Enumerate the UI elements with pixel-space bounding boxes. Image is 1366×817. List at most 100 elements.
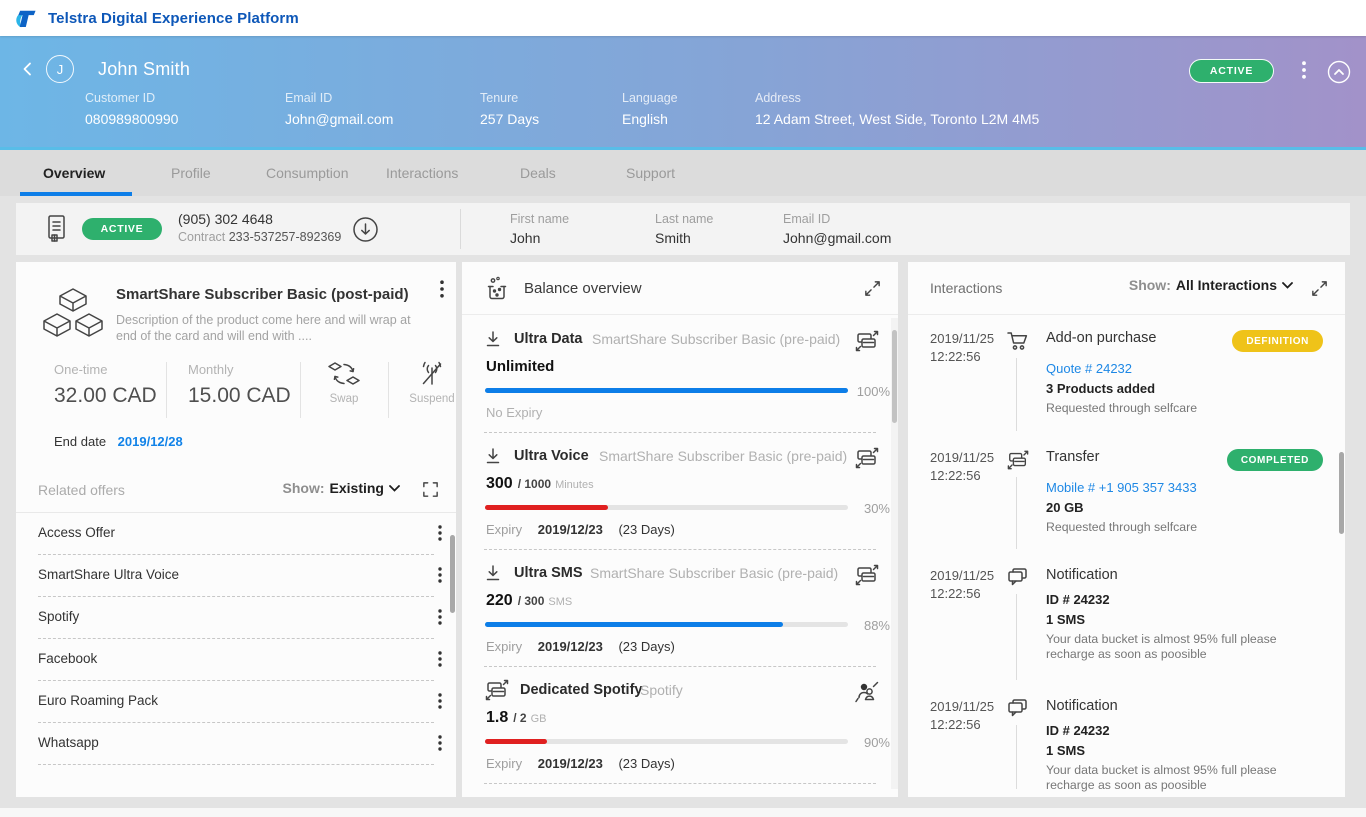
kebab-menu-icon[interactable] bbox=[438, 567, 442, 583]
expiry-date: 2019/12/23 bbox=[538, 639, 603, 654]
scrollbar[interactable] bbox=[450, 535, 455, 613]
interaction-entry[interactable]: 2019/11/2512:22:56 Notification ID # 242… bbox=[908, 553, 1345, 684]
progress-bar: 90% bbox=[462, 735, 898, 748]
tab-profile[interactable]: Profile bbox=[171, 165, 211, 181]
bucket-unit: Minutes bbox=[555, 479, 594, 491]
interaction-entry[interactable]: 2019/11/2512:22:56 Notification ID # 242… bbox=[908, 684, 1345, 793]
bucket-plan: SmartShare Subscriber Basic (pre-paid) bbox=[590, 565, 838, 581]
kebab-menu-icon[interactable] bbox=[438, 525, 442, 541]
interaction-title: Add-on purchase bbox=[1046, 330, 1156, 346]
download-icon bbox=[484, 447, 502, 465]
kebab-menu-icon[interactable] bbox=[438, 693, 442, 709]
mobile-link[interactable]: Mobile # +1 905 357 3433 bbox=[1046, 480, 1323, 495]
contract-summary-bar: ACTIVE (905) 302 4648 Contract 233-53725… bbox=[16, 203, 1350, 255]
price-value: 15.00 CAD bbox=[188, 384, 291, 408]
expand-icon[interactable] bbox=[1310, 279, 1329, 298]
expand-icon[interactable] bbox=[863, 279, 882, 298]
product-cubes-icon bbox=[42, 286, 104, 342]
swap-action-button[interactable]: Swap bbox=[312, 360, 376, 405]
interaction-note: Your data bucket is almost 95% full plea… bbox=[1046, 632, 1323, 662]
customer-header: J John Smith Customer ID 080989800990 Em… bbox=[0, 36, 1366, 150]
tab-support[interactable]: Support bbox=[626, 165, 675, 181]
transfer-icon[interactable] bbox=[854, 329, 880, 353]
interactions-show-dropdown[interactable]: Show: All Interactions bbox=[1129, 277, 1293, 293]
transfer-icon[interactable] bbox=[854, 446, 880, 470]
collapse-header-icon[interactable] bbox=[1327, 60, 1351, 84]
expiry-days: (23 Days) bbox=[618, 522, 674, 537]
tab-interactions[interactable]: Interactions bbox=[386, 165, 458, 181]
divider bbox=[388, 362, 389, 418]
interaction-entry[interactable]: 2019/11/2512:22:56 Transfer COMPLETED Mo… bbox=[908, 435, 1345, 553]
tab-overview[interactable]: Overview bbox=[43, 165, 105, 181]
offer-label: Spotify bbox=[38, 609, 79, 624]
bucket-used: 220 bbox=[486, 592, 513, 610]
active-tab-indicator bbox=[20, 192, 132, 196]
tab-consumption[interactable]: Consumption bbox=[266, 165, 349, 181]
kebab-menu-icon[interactable] bbox=[440, 280, 444, 298]
share-user-icon[interactable] bbox=[854, 680, 880, 705]
customer-field: Customer ID 080989800990 bbox=[85, 91, 178, 127]
notification-icon bbox=[1006, 567, 1029, 588]
customer-field: Tenure 257 Days bbox=[480, 91, 539, 127]
price-label: Monthly bbox=[188, 362, 291, 377]
kebab-menu-icon[interactable] bbox=[438, 735, 442, 751]
offer-row[interactable]: Facebook bbox=[16, 639, 456, 681]
related-offers-show-dropdown[interactable]: Show: Existing bbox=[283, 480, 400, 496]
bucket-name: Ultra Data bbox=[514, 331, 583, 347]
interaction-note: Requested through selfcare bbox=[1046, 520, 1323, 535]
bucket-name: Ultra SMS bbox=[514, 565, 583, 581]
expand-icon[interactable] bbox=[421, 480, 440, 499]
divider bbox=[460, 209, 461, 249]
bucket-total: / 2 bbox=[513, 711, 526, 725]
offer-label: Access Offer bbox=[38, 525, 115, 540]
offer-row[interactable]: Euro Roaming Pack bbox=[16, 681, 456, 723]
end-date-label: End date bbox=[54, 434, 106, 449]
bucket-plan: SmartShare Subscriber Basic (pre-paid) bbox=[599, 448, 847, 464]
contract-number: 233-537257-892369 bbox=[229, 230, 342, 244]
scrollbar[interactable] bbox=[892, 330, 897, 423]
offer-row[interactable]: Spotify bbox=[16, 597, 456, 639]
progress-bar: 100% bbox=[462, 384, 898, 397]
kebab-menu-icon[interactable] bbox=[438, 651, 442, 667]
tab-deals[interactable]: Deals bbox=[520, 165, 556, 181]
suspend-action-button[interactable]: Suspend bbox=[400, 360, 464, 405]
percent-label: 88% bbox=[864, 618, 890, 633]
field-value: 080989800990 bbox=[85, 111, 178, 127]
kebab-menu-icon[interactable] bbox=[438, 609, 442, 625]
field-value: John bbox=[510, 230, 569, 246]
interaction-detail: 3 Products added bbox=[1046, 381, 1323, 396]
customer-status-badge: ACTIVE bbox=[1189, 59, 1274, 83]
show-label: Show: bbox=[1129, 277, 1171, 293]
offer-row[interactable]: Access Offer bbox=[16, 513, 456, 555]
expand-contract-icon[interactable] bbox=[352, 216, 379, 243]
interaction-entry[interactable]: 2019/11/2512:22:56 Add-on purchase DEFIN… bbox=[908, 316, 1345, 435]
bottom-strip bbox=[0, 808, 1366, 817]
interaction-title: Notification bbox=[1046, 567, 1118, 583]
field-value: John@gmail.com bbox=[783, 230, 891, 246]
interaction-title: Transfer bbox=[1046, 449, 1099, 465]
offer-label: Euro Roaming Pack bbox=[38, 693, 158, 708]
customer-field: Language English bbox=[622, 91, 678, 127]
balance-overview-panel: Balance overview Ultra Data SmartShare S… bbox=[462, 262, 898, 797]
related-offers-header: Related offers Show: Existing bbox=[16, 468, 456, 512]
action-label: Swap bbox=[312, 393, 376, 405]
bucket-plan: SmartShare Subscriber Basic (pre-paid) bbox=[592, 331, 840, 347]
scrollbar[interactable] bbox=[1339, 452, 1344, 534]
quote-link[interactable]: Quote # 24232 bbox=[1046, 361, 1323, 376]
price-monthly: Monthly 15.00 CAD bbox=[188, 362, 291, 408]
transfer-icon[interactable] bbox=[854, 563, 880, 587]
end-date-value[interactable]: 2019/12/28 bbox=[118, 434, 183, 449]
contract-phone: (905) 302 4648 bbox=[178, 211, 273, 227]
offer-row[interactable]: Whatsapp bbox=[16, 723, 456, 765]
product-title: SmartShare Subscriber Basic (post-paid) bbox=[116, 286, 409, 303]
field-label: Customer ID bbox=[85, 91, 178, 105]
interaction-detail: 1 SMS bbox=[1046, 743, 1323, 758]
interaction-timestamp: 2019/11/2512:22:56 bbox=[908, 698, 1004, 793]
offer-row[interactable]: SmartShare Ultra Voice bbox=[16, 555, 456, 597]
contract-field: Last name Smith bbox=[655, 212, 713, 246]
transfer-icon bbox=[484, 678, 510, 702]
balance-item-dedicated-spotify: Dedicated Spotify Spotify 1.8 bbox=[462, 667, 898, 784]
back-icon[interactable] bbox=[20, 61, 36, 77]
bucket-amount: Unlimited bbox=[486, 358, 554, 375]
kebab-menu-icon[interactable] bbox=[1302, 61, 1306, 79]
